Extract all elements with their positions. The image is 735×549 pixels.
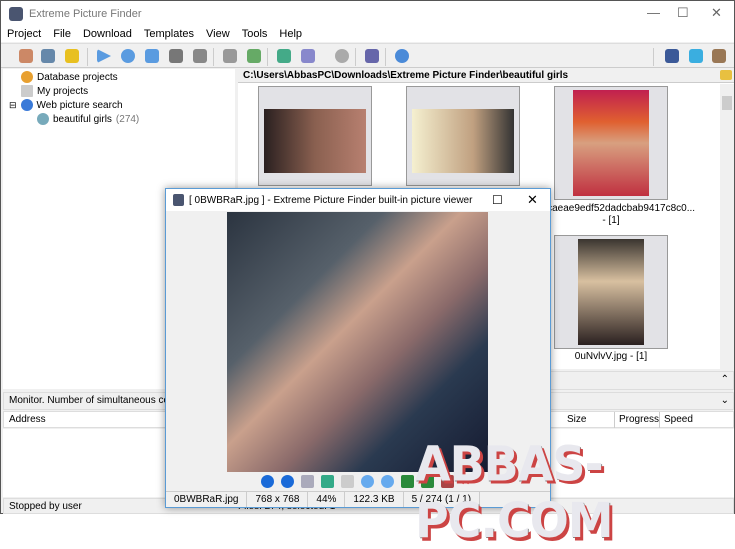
tree-item-beautiful-girls[interactable]: beautiful girls (274) (37, 113, 139, 125)
edit-project-icon[interactable] (19, 49, 33, 63)
minimize-button[interactable]: — (647, 5, 660, 20)
settings-icon[interactable] (335, 49, 349, 63)
twitter-icon[interactable] (689, 49, 703, 63)
thumbnail[interactable] (554, 235, 668, 349)
download-all-icon[interactable] (247, 49, 261, 63)
tree-item-database-projects[interactable]: Database projects (21, 71, 118, 83)
column-size[interactable]: Size (567, 412, 586, 428)
step-icon[interactable] (145, 49, 159, 63)
thumbnail-caption: 18caeae9edf52dadcbab9417c8c0... (536, 203, 696, 214)
slideshow-icon[interactable] (301, 475, 314, 488)
zoom-out-icon[interactable] (381, 475, 394, 488)
window-title: Extreme Picture Finder (29, 7, 142, 20)
community-icon[interactable] (712, 49, 726, 63)
viewer-dimensions: 768 x 768 (247, 492, 309, 507)
menu-file[interactable]: File (47, 26, 77, 42)
menu-view[interactable]: View (200, 26, 236, 42)
vertical-scrollbar[interactable] (720, 84, 734, 369)
web-icon[interactable] (277, 49, 291, 63)
menu-help[interactable]: Help (273, 26, 308, 42)
watermark: ABBAS-PC.COM (415, 435, 614, 549)
menu-tools[interactable]: Tools (236, 26, 274, 42)
scheduler-icon[interactable] (365, 49, 379, 63)
search-globe-icon (20, 99, 33, 111)
fit-icon[interactable] (321, 475, 334, 488)
viewer-minimize-button[interactable]: — (459, 195, 469, 206)
viewer-zoom: 44% (308, 492, 346, 507)
thumbnail-caption-sub: - [1] (602, 215, 620, 226)
comment-icon[interactable] (65, 49, 79, 63)
column-progress[interactable]: Progress (614, 412, 659, 428)
tree-item-my-projects[interactable]: My projects (21, 85, 88, 97)
maximize-button[interactable]: ☐ (677, 5, 689, 21)
facebook-icon[interactable] (665, 49, 679, 63)
resume-icon[interactable] (121, 49, 135, 63)
actual-size-icon[interactable] (341, 475, 354, 488)
help-icon[interactable] (395, 49, 409, 63)
viewer-title-bar: [ 0BWBRaR.jpg ] - Extreme Picture Finder… (166, 189, 550, 211)
folder-icon[interactable] (720, 70, 732, 80)
viewer-close-button[interactable]: ✕ (527, 192, 538, 208)
tree-item-web-picture-search[interactable]: ⊟ Web picture search (9, 99, 123, 111)
close-button[interactable]: ✕ (711, 5, 722, 21)
download-icon[interactable] (223, 49, 237, 63)
viewer-image (227, 212, 488, 472)
app-icon (9, 6, 23, 21)
chevron-down-icon[interactable]: ⌄ (721, 393, 729, 409)
database-icon (21, 71, 33, 83)
rotate-left-icon[interactable] (401, 475, 414, 488)
view-mode-icon[interactable] (301, 49, 315, 63)
menu-bar: Project File Download Templates View Too… (1, 26, 734, 42)
menu-download[interactable]: Download (77, 26, 138, 42)
column-speed[interactable]: Speed (659, 412, 693, 428)
column-address[interactable]: Address (9, 414, 46, 425)
next-icon[interactable] (281, 475, 294, 488)
thumbnail[interactable] (554, 86, 668, 200)
viewer-filesize: 122.3 KB (345, 492, 404, 507)
title-bar: Extreme Picture Finder — ☐ ✕ (1, 1, 734, 26)
queue-icon[interactable] (193, 49, 207, 63)
viewer-filename: 0BWBRaR.jpg (166, 492, 248, 507)
viewer-maximize-button[interactable]: ☐ (492, 193, 503, 207)
start-icon[interactable] (97, 49, 111, 63)
menu-templates[interactable]: Templates (138, 26, 200, 42)
toolbar (1, 43, 734, 68)
folder-path: C:\Users\AbbasPC\Downloads\Extreme Pictu… (238, 69, 734, 83)
viewer-title: [ 0BWBRaR.jpg ] - Extreme Picture Finder… (189, 194, 473, 206)
thumbnail[interactable] (258, 86, 372, 186)
thumbnail[interactable] (406, 86, 520, 186)
search-icon (37, 113, 49, 125)
app-icon (173, 194, 184, 206)
tools-icon[interactable] (41, 49, 55, 63)
projects-icon (21, 85, 33, 97)
previous-icon[interactable] (261, 475, 274, 488)
thumbnail-caption: 0uNvlvV.jpg - [1] (574, 351, 648, 362)
collapse-icon[interactable]: ⊟ (9, 100, 17, 111)
stop-icon[interactable] (169, 49, 183, 63)
zoom-in-icon[interactable] (361, 475, 374, 488)
menu-project[interactable]: Project (1, 26, 47, 42)
